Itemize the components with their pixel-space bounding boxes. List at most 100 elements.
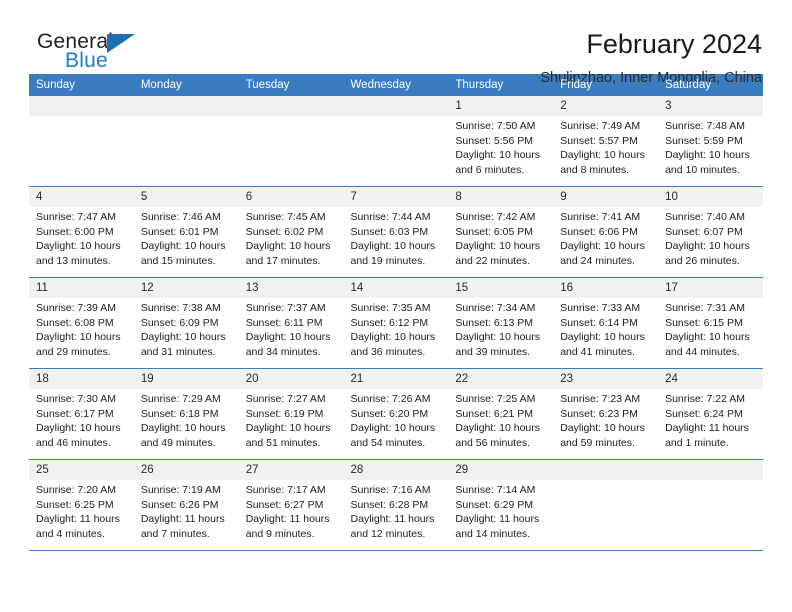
calendar-day-cell[interactable]: 11 Sunrise: 7:39 AM Sunset: 6:08 PM Dayligh… xyxy=(29,277,134,369)
calendar-day-cell[interactable]: 9 Sunrise: 7:41 AM Sunset: 6:06 PM Daylight… xyxy=(553,186,659,278)
day-number: 11 xyxy=(29,278,134,298)
sunrise-text: Sunrise: 7:20 AM xyxy=(36,484,116,496)
sunset-text: Sunset: 6:15 PM xyxy=(665,316,743,329)
day-number: 2 xyxy=(553,96,659,116)
day-sun-info: Sunrise: 7:50 AM Sunset: 5:56 PM Daylight:… xyxy=(448,116,553,177)
sunrise-text: Sunrise: 7:31 AM xyxy=(665,302,746,314)
calendar-day-cell[interactable]: 20 Sunrise: 7:27 AM Sunset: 6:19 PM Dayligh… xyxy=(238,368,344,460)
sunset-text: Sunset: 6:01 PM xyxy=(140,225,219,238)
calendar-day-cell[interactable]: 4 Sunrise: 7:47 AM Sunset: 6:00 PM Daylight… xyxy=(29,186,134,278)
calendar-day-cell[interactable]: 27 Sunrise: 7:17 AM Sunset: 6:27 PM Dayligh… xyxy=(238,459,344,551)
calendar-day-cell[interactable]: 8 Sunrise: 7:42 AM Sunset: 6:05 PM Daylight… xyxy=(448,186,554,278)
calendar-day-cell[interactable]: 10 Sunrise: 7:40 AM Sunset: 6:07 PM Dayligh… xyxy=(658,186,763,278)
daylight-text: Daylight: 10 hours and 22 minutes. xyxy=(455,240,541,267)
calendar-day-cell[interactable]: 29 Sunrise: 7:14 AM Sunset: 6:29 PM Dayligh… xyxy=(448,459,554,551)
sunrise-text: Sunrise: 7:35 AM xyxy=(350,302,431,314)
day-number: 22 xyxy=(448,369,554,389)
daylight-text: Daylight: 10 hours and 31 minutes. xyxy=(140,331,226,358)
day-sun-info: Sunrise: 7:48 AM Sunset: 5:59 PM Daylight:… xyxy=(658,116,763,177)
day-number: 15 xyxy=(448,278,554,298)
day-sun-info: Sunrise: 7:46 AM Sunset: 6:01 PM Daylight:… xyxy=(134,207,239,268)
calendar-day-cell[interactable]: 15 Sunrise: 7:34 AM Sunset: 6:13 PM Dayligh… xyxy=(448,277,554,369)
calendar-day-cell[interactable]: 6 Sunrise: 7:45 AM Sunset: 6:02 PM Daylight… xyxy=(238,186,344,278)
daylight-text: Daylight: 10 hours and 36 minutes. xyxy=(350,331,436,358)
day-sun-info: Sunrise: 7:27 AM Sunset: 6:19 PM Daylight:… xyxy=(239,389,344,450)
day-number: 9 xyxy=(553,187,659,207)
daylight-text: Daylight: 11 hours and 14 minutes. xyxy=(455,513,540,540)
sunset-text: Sunset: 6:19 PM xyxy=(245,407,324,420)
sunset-text: Sunset: 6:13 PM xyxy=(455,316,534,329)
sunset-text: Sunset: 6:02 PM xyxy=(245,225,324,238)
day-number: 14 xyxy=(343,278,449,298)
day-number: 3 xyxy=(658,96,763,116)
sunset-text: Sunset: 6:17 PM xyxy=(36,407,114,420)
day-number: 12 xyxy=(133,278,239,298)
daylight-text: Daylight: 10 hours and 8 minutes. xyxy=(560,149,645,176)
day-number: 20 xyxy=(238,369,344,389)
daylight-text: Daylight: 10 hours and 41 minutes. xyxy=(560,331,645,358)
calendar-day-cell[interactable]: 19 Sunrise: 7:29 AM Sunset: 6:18 PM Dayligh… xyxy=(133,368,239,460)
daylight-text: Daylight: 10 hours and 49 minutes. xyxy=(140,422,226,449)
day-number: 26 xyxy=(133,460,239,480)
daylight-text: Daylight: 10 hours and 6 minutes. xyxy=(455,149,541,176)
page-title: February 2024 xyxy=(586,29,762,59)
day-sun-info: Sunrise: 7:30 AM Sunset: 6:17 PM Daylight:… xyxy=(29,389,134,450)
calendar-day-cell[interactable]: 5 Sunrise: 7:46 AM Sunset: 6:01 PM Daylight… xyxy=(133,186,239,278)
general-blue-logo[interactable]: General Blue xyxy=(29,28,149,76)
sunset-text: Sunset: 6:08 PM xyxy=(36,316,114,329)
daylight-text: Daylight: 11 hours and 12 minutes. xyxy=(350,513,435,540)
calendar-day-cell[interactable]: 3 Sunrise: 7:48 AM Sunset: 5:59 PM Daylight… xyxy=(658,96,763,187)
daylight-text: Daylight: 10 hours and 39 minutes. xyxy=(455,331,541,358)
sunrise-text: Sunrise: 7:30 AM xyxy=(36,393,116,405)
day-sun-info: Sunrise: 7:41 AM Sunset: 6:06 PM Daylight:… xyxy=(553,207,658,268)
daylight-text: Daylight: 11 hours and 9 minutes. xyxy=(245,513,330,540)
sunrise-text: Sunrise: 7:23 AM xyxy=(560,393,641,405)
sunrise-text: Sunrise: 7:17 AM xyxy=(245,484,326,496)
calendar-day-cell[interactable]: 23 Sunrise: 7:23 AM Sunset: 6:23 PM Dayligh… xyxy=(553,368,659,460)
day-number: 1 xyxy=(448,96,554,116)
calendar-day-cell[interactable]: 22 Sunrise: 7:25 AM Sunset: 6:21 PM Dayligh… xyxy=(448,368,554,460)
day-sun-info: Sunrise: 7:31 AM Sunset: 6:15 PM Daylight:… xyxy=(658,298,763,359)
calendar-day-cell[interactable]: 2 Sunrise: 7:49 AM Sunset: 5:57 PM Daylight… xyxy=(553,96,659,187)
calendar-day-cell[interactable]: 24 Sunrise: 7:22 AM Sunset: 6:24 PM Dayligh… xyxy=(658,368,763,460)
day-sun-info: Sunrise: 7:45 AM Sunset: 6:02 PM Daylight:… xyxy=(239,207,344,268)
sunset-text: Sunset: 6:09 PM xyxy=(140,316,219,329)
day-sun-info: Sunrise: 7:42 AM Sunset: 6:05 PM Daylight:… xyxy=(448,207,553,268)
weekday-header-wednesday: Wednesday xyxy=(343,74,449,96)
day-number: 29 xyxy=(448,460,554,480)
daylight-text: Daylight: 10 hours and 29 minutes. xyxy=(36,331,121,358)
sunrise-text: Sunrise: 7:16 AM xyxy=(350,484,431,496)
sunset-text: Sunset: 6:23 PM xyxy=(560,407,638,420)
calendar-day-cell[interactable]: 28 Sunrise: 7:16 AM Sunset: 6:28 PM Dayligh… xyxy=(343,459,449,551)
calendar-day-cell[interactable]: 18 Sunrise: 7:30 AM Sunset: 6:17 PM Dayligh… xyxy=(29,368,134,460)
calendar-day-cell[interactable]: 12 Sunrise: 7:38 AM Sunset: 6:09 PM Dayligh… xyxy=(133,277,239,369)
daylight-text: Daylight: 10 hours and 54 minutes. xyxy=(350,422,436,449)
calendar-day-cell[interactable]: 1 Sunrise: 7:50 AM Sunset: 5:56 PM Daylight… xyxy=(448,96,554,187)
sunset-text: Sunset: 6:21 PM xyxy=(455,407,534,420)
calendar-day-cell[interactable]: 25 Sunrise: 7:20 AM Sunset: 6:25 PM Dayligh… xyxy=(29,459,134,551)
sunrise-text: Sunrise: 7:34 AM xyxy=(455,302,536,314)
day-sun-info: Sunrise: 7:23 AM Sunset: 6:23 PM Daylight:… xyxy=(553,389,658,450)
sunset-text: Sunset: 6:14 PM xyxy=(560,316,638,329)
calendar-day-cell[interactable]: 13 Sunrise: 7:37 AM Sunset: 6:11 PM Dayligh… xyxy=(238,277,344,369)
sunset-text: Sunset: 6:06 PM xyxy=(560,225,638,238)
sunset-text: Sunset: 6:24 PM xyxy=(665,407,743,420)
day-sun-info: Sunrise: 7:29 AM Sunset: 6:18 PM Daylight:… xyxy=(134,389,239,450)
calendar-day-cell[interactable]: 16 Sunrise: 7:33 AM Sunset: 6:14 PM Dayligh… xyxy=(553,277,659,369)
calendar-day-cell[interactable]: 21 Sunrise: 7:26 AM Sunset: 6:20 PM Dayligh… xyxy=(343,368,449,460)
day-sun-info: Sunrise: 7:25 AM Sunset: 6:21 PM Daylight:… xyxy=(448,389,553,450)
calendar-week-row: 4 Sunrise: 7:47 AM Sunset: 6:00 PM Daylight… xyxy=(29,186,763,278)
day-sun-info: Sunrise: 7:35 AM Sunset: 6:12 PM Daylight:… xyxy=(344,298,449,359)
sunrise-text: Sunrise: 7:42 AM xyxy=(455,211,536,223)
calendar-day-cell[interactable]: 17 Sunrise: 7:31 AM Sunset: 6:15 PM Dayligh… xyxy=(658,277,763,369)
calendar-day-cell[interactable]: 26 Sunrise: 7:19 AM Sunset: 6:26 PM Dayligh… xyxy=(133,459,239,551)
sunset-text: Sunset: 6:26 PM xyxy=(140,498,219,511)
calendar-day-cell-empty xyxy=(553,459,659,551)
daylight-text: Daylight: 10 hours and 17 minutes. xyxy=(245,240,331,267)
day-number: 8 xyxy=(448,187,554,207)
calendar-day-cell[interactable]: 7 Sunrise: 7:44 AM Sunset: 6:03 PM Daylight… xyxy=(343,186,449,278)
day-sun-info: Sunrise: 7:19 AM Sunset: 6:26 PM Daylight:… xyxy=(134,480,239,541)
sunrise-text: Sunrise: 7:33 AM xyxy=(560,302,641,314)
sunrise-text: Sunrise: 7:49 AM xyxy=(560,120,641,132)
calendar-day-cell[interactable]: 14 Sunrise: 7:35 AM Sunset: 6:12 PM Dayligh… xyxy=(343,277,449,369)
